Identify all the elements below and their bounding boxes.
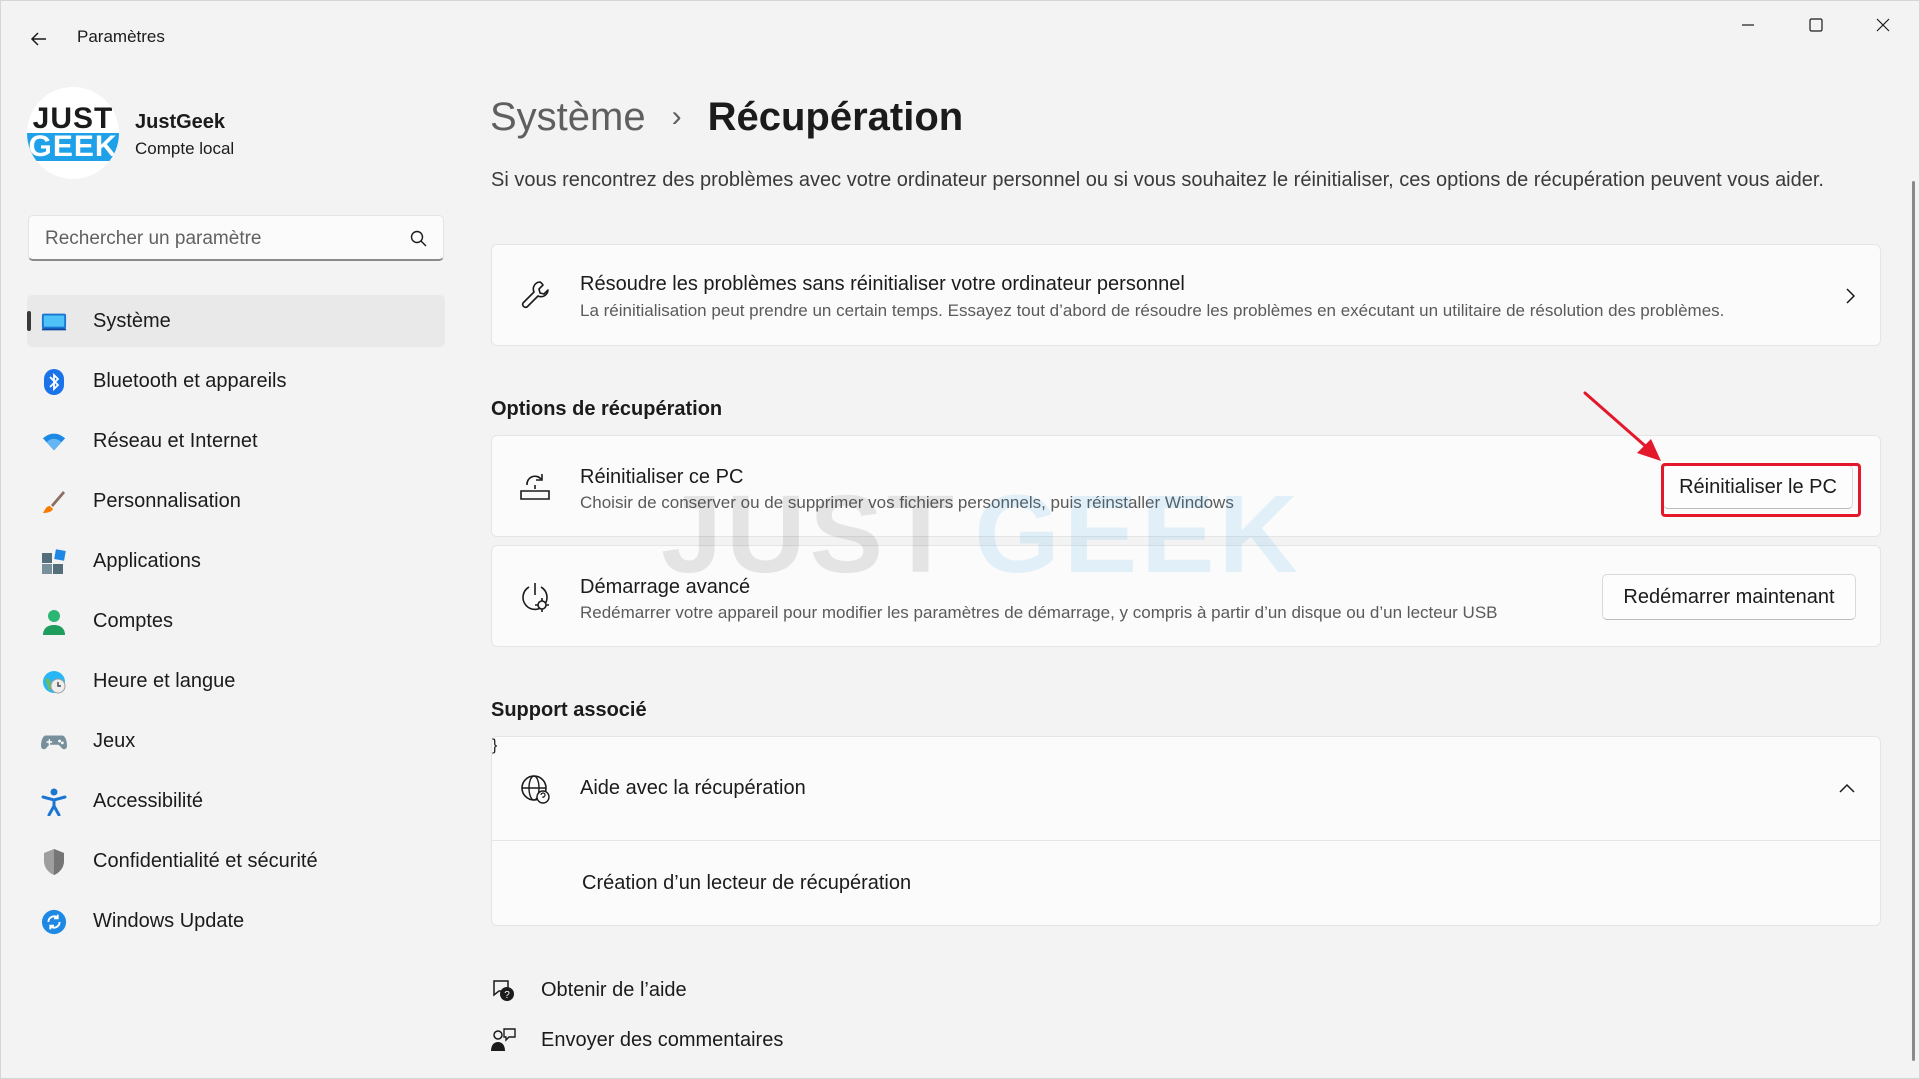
advanced-startup-description: Redémarrer votre appareil pour modifier … bbox=[580, 603, 1498, 622]
back-button[interactable] bbox=[21, 21, 57, 57]
svg-text:?: ? bbox=[504, 990, 510, 1001]
back-arrow-icon bbox=[30, 32, 46, 46]
sidebar-item-label: Jeux bbox=[93, 729, 136, 752]
apps-icon bbox=[41, 549, 67, 575]
maximize-icon bbox=[1809, 18, 1823, 32]
app-title: Paramètres bbox=[77, 27, 165, 46]
time-language-icon bbox=[41, 669, 67, 695]
sidebar-item-label: Accessibilité bbox=[93, 789, 204, 812]
feedback-icon bbox=[489, 1026, 517, 1054]
reset-pc-title: Réinitialiser ce PC bbox=[580, 466, 744, 488]
sidebar-item-label: Système bbox=[93, 309, 171, 332]
sidebar-item-jeux[interactable]: Jeux bbox=[27, 715, 445, 767]
restart-now-button[interactable]: Redémarrer maintenant bbox=[1602, 574, 1856, 620]
reset-pc-icon bbox=[518, 470, 552, 504]
sidebar-item-applications[interactable]: Applications bbox=[27, 535, 445, 587]
wifi-icon bbox=[41, 429, 67, 455]
sidebar-item-label: Confidentialité et sécurité bbox=[93, 849, 318, 872]
support-heading: Support associé bbox=[491, 699, 647, 721]
annotation-highlight-box bbox=[1661, 463, 1861, 517]
close-button[interactable] bbox=[1854, 9, 1912, 41]
system-icon bbox=[41, 309, 67, 335]
maximize-button[interactable] bbox=[1787, 9, 1845, 41]
sidebar-item-confidentialite[interactable]: Confidentialité et sécurité bbox=[27, 835, 445, 887]
breadcrumb-parent[interactable]: Système bbox=[490, 95, 646, 140]
support-card: Aide avec la récupération } Création d’u… bbox=[491, 736, 1881, 926]
troubleshoot-title: Résoudre les problèmes sans réinitialise… bbox=[580, 273, 1185, 295]
wrench-icon bbox=[518, 278, 552, 312]
search-icon[interactable] bbox=[409, 229, 429, 249]
sidebar-item-label: Réseau et Internet bbox=[93, 429, 258, 452]
send-feedback-label: Envoyer des commentaires bbox=[541, 1028, 784, 1051]
help-chat-icon: ? bbox=[489, 976, 517, 1004]
reset-pc-description: Choisir de conserver ou de supprimer vos… bbox=[580, 493, 1234, 512]
sidebar-item-bluetooth[interactable]: Bluetooth et appareils bbox=[27, 355, 445, 407]
send-feedback-link[interactable]: Envoyer des commentaires bbox=[489, 1026, 783, 1054]
sidebar-nav: Système Bluetooth et appareils Réseau et… bbox=[27, 295, 445, 955]
get-help-label: Obtenir de l’aide bbox=[541, 978, 687, 1001]
title-bar: Paramètres bbox=[1, 1, 1919, 73]
settings-search bbox=[28, 215, 444, 261]
brush-icon bbox=[41, 489, 67, 515]
accessibility-icon bbox=[41, 788, 67, 816]
troubleshoot-card[interactable]: Résoudre les problèmes sans réinitialise… bbox=[491, 244, 1881, 346]
globe-help-icon bbox=[518, 772, 552, 806]
recovery-drive-link[interactable]: Création d’un lecteur de récupération bbox=[582, 872, 911, 895]
page-description: Si vous rencontrez des problèmes avec vo… bbox=[491, 169, 1824, 191]
search-input[interactable] bbox=[43, 226, 407, 252]
profile-account-type: Compte local bbox=[135, 139, 235, 158]
breadcrumb-separator: › bbox=[671, 100, 682, 133]
sidebar-item-label: Personnalisation bbox=[93, 489, 241, 512]
sidebar-item-reseau[interactable]: Réseau et Internet bbox=[27, 415, 445, 467]
reset-pc-card: Réinitialiser ce PC Choisir de conserver… bbox=[491, 435, 1881, 537]
close-icon bbox=[1876, 18, 1890, 32]
gamepad-icon bbox=[41, 729, 67, 755]
sidebar-item-label: Applications bbox=[93, 549, 201, 572]
logo-geek-text: GEEK bbox=[27, 132, 119, 162]
profile-name: JustGeek bbox=[135, 111, 226, 133]
sidebar-item-windows-update[interactable]: Windows Update bbox=[27, 895, 445, 947]
sidebar-item-personnalisation[interactable]: Personnalisation bbox=[27, 475, 445, 527]
chevron-up-icon bbox=[1837, 778, 1857, 798]
settings-window: Paramètres JUST GEEK JustGeek Compte loc… bbox=[0, 0, 1920, 1079]
minimize-icon bbox=[1742, 24, 1754, 26]
shield-icon bbox=[41, 849, 67, 875]
get-help-link[interactable]: ? Obtenir de l’aide bbox=[489, 976, 687, 1004]
sidebar-item-accessibilite[interactable]: Accessibilité bbox=[27, 775, 445, 827]
bluetooth-icon bbox=[41, 369, 67, 395]
help-recovery-expander[interactable]: Aide avec la récupération } bbox=[492, 737, 1880, 841]
advanced-startup-card: Démarrage avancé Redémarrer votre appare… bbox=[491, 545, 1881, 647]
sidebar-item-systeme[interactable]: Système bbox=[27, 295, 445, 347]
minimize-button[interactable] bbox=[1719, 9, 1777, 41]
advanced-startup-title: Démarrage avancé bbox=[580, 576, 751, 598]
scrollbar[interactable] bbox=[1912, 181, 1915, 1061]
sidebar-item-comptes[interactable]: Comptes bbox=[27, 595, 445, 647]
avatar: JUST GEEK bbox=[27, 87, 119, 179]
advanced-startup-icon bbox=[518, 580, 552, 614]
update-icon bbox=[41, 909, 67, 935]
sidebar-item-label: Heure et langue bbox=[93, 669, 236, 692]
breadcrumb: Système › Récupération bbox=[490, 87, 963, 147]
page-title: Récupération bbox=[707, 94, 964, 139]
sidebar-item-label: Bluetooth et appareils bbox=[93, 369, 287, 392]
help-recovery-title: Aide avec la récupération bbox=[580, 777, 806, 799]
recovery-options-heading: Options de récupération bbox=[491, 398, 723, 420]
sidebar-item-label: Windows Update bbox=[93, 909, 245, 932]
accounts-icon bbox=[41, 609, 67, 635]
chevron-right-icon bbox=[1840, 286, 1860, 306]
troubleshoot-description: La réinitialisation peut prendre un cert… bbox=[580, 301, 1725, 320]
logo-just-text: JUST bbox=[32, 102, 114, 135]
sidebar-item-label: Comptes bbox=[93, 609, 174, 632]
annotation-arrow-icon bbox=[1583, 391, 1661, 461]
sidebar-item-heure-langue[interactable]: Heure et langue bbox=[27, 655, 445, 707]
